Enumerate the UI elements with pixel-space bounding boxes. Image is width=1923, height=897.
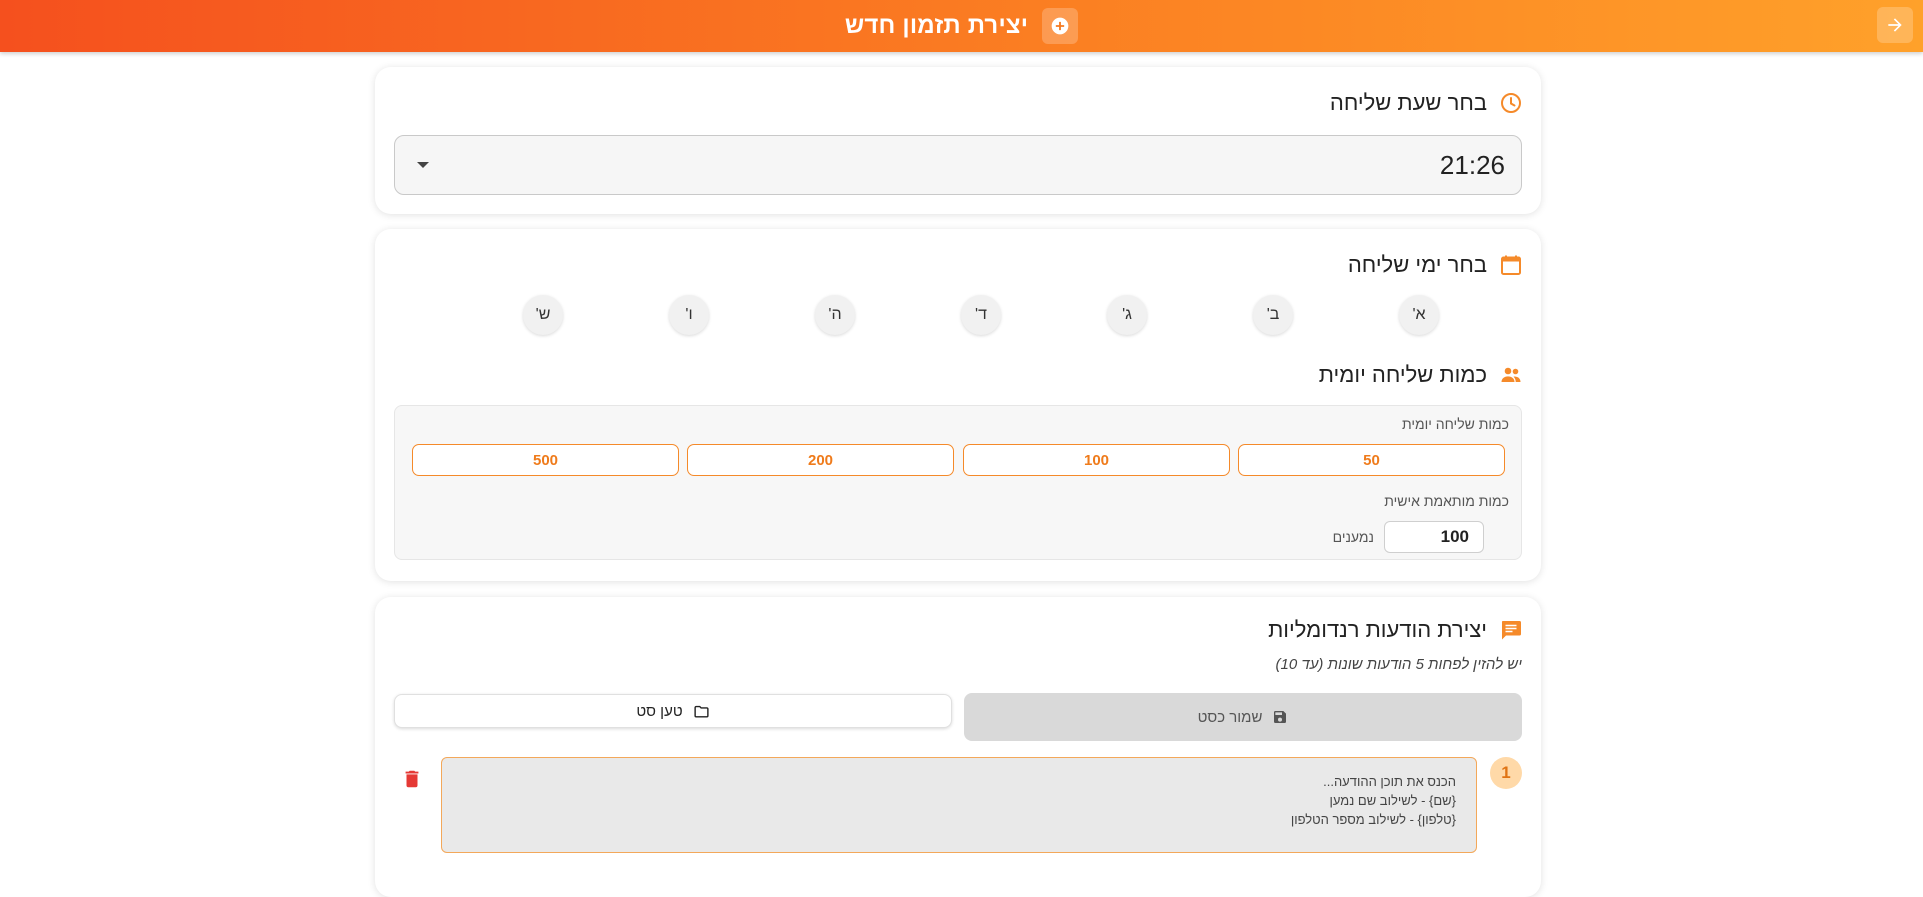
presets-label: כמות שליחה יומית <box>1401 416 1509 432</box>
custom-quantity-label: כמות מותאמת אישית <box>1384 493 1509 509</box>
days-section-title: בחר ימי שליחה <box>1347 252 1487 277</box>
header-title-group: יצירת תזמון חדש <box>0 0 1923 52</box>
messages-hint: יש להזין לפחות 5 הודעות שונות (עד 10) <box>1275 656 1522 673</box>
selected-time: 21:26 <box>1439 149 1505 180</box>
messages-section-header: יצירת הודעות רנדומליות <box>1268 617 1523 643</box>
load-set-label: טען סט <box>636 702 683 720</box>
time-select[interactable]: 21:26 <box>394 135 1522 195</box>
quantity-preset-500[interactable]: 500 <box>412 444 679 476</box>
new-schedule-button[interactable] <box>1042 8 1079 44</box>
save-icon <box>1274 711 1287 723</box>
day-button-friday[interactable]: ו' <box>669 295 709 335</box>
calendar-icon <box>1499 253 1523 277</box>
time-section-title: בחר שעת שליחה <box>1329 90 1487 115</box>
quantity-preset-100[interactable]: 100 <box>963 444 1230 476</box>
day-button-saturday[interactable]: ש' <box>523 295 563 335</box>
add-circle-icon <box>1051 17 1069 35</box>
days-section-header: בחר ימי שליחה <box>1348 252 1523 278</box>
chat-icon <box>1499 618 1523 642</box>
save-as-set-button[interactable]: שמור כסט <box>964 693 1522 741</box>
day-button-thursday[interactable]: ה' <box>815 295 855 335</box>
quantity-section-header: כמות שליחה יומית <box>1319 362 1523 388</box>
message-number-badge: 1 <box>1490 757 1522 789</box>
custom-quantity-input[interactable] <box>1384 521 1484 553</box>
day-button-sunday[interactable]: א' <box>1399 295 1439 335</box>
quantity-preset-50[interactable]: 50 <box>1238 444 1505 476</box>
message-textarea[interactable]: הכנס את תוכן ההודעה... {שם} - לשילוב שם … <box>441 757 1477 853</box>
time-section-header: בחר שעת שליחה <box>1330 90 1523 116</box>
page-title: יצירת תזמון חדש <box>844 12 1029 39</box>
clock-icon <box>1499 91 1523 115</box>
time-card: בחר שעת שליחה 21:26 <box>375 67 1541 214</box>
quantity-section-title: כמות שליחה יומית <box>1318 362 1487 387</box>
messages-section-title: יצירת הודעות רנדומליות <box>1268 617 1487 642</box>
save-as-set-label: שמור כסט <box>1197 708 1263 726</box>
day-button-monday[interactable]: ב' <box>1253 295 1293 335</box>
group-icon <box>1499 363 1523 387</box>
day-button-tuesday[interactable]: ג' <box>1107 295 1147 335</box>
messages-card: יצירת הודעות רנדומליות יש להזין לפחות 5 … <box>375 597 1541 897</box>
load-set-button[interactable]: טען סט <box>394 694 952 728</box>
schedule-card: בחר ימי שליחה א' ב' ג' ד' ה' ו' ש' כמות … <box>375 229 1541 581</box>
app-header: יצירת תזמון חדש <box>0 0 1923 52</box>
recipients-unit-label: נמענים <box>1332 529 1374 545</box>
quantity-panel: כמות שליחה יומית 50 100 200 500 כמות מות… <box>394 405 1522 560</box>
day-button-wednesday[interactable]: ד' <box>961 295 1001 335</box>
chevron-down-icon <box>417 162 429 168</box>
quantity-preset-200[interactable]: 200 <box>687 444 954 476</box>
folder-icon <box>694 705 709 718</box>
trash-icon <box>405 770 419 788</box>
delete-message-button[interactable] <box>401 767 423 791</box>
